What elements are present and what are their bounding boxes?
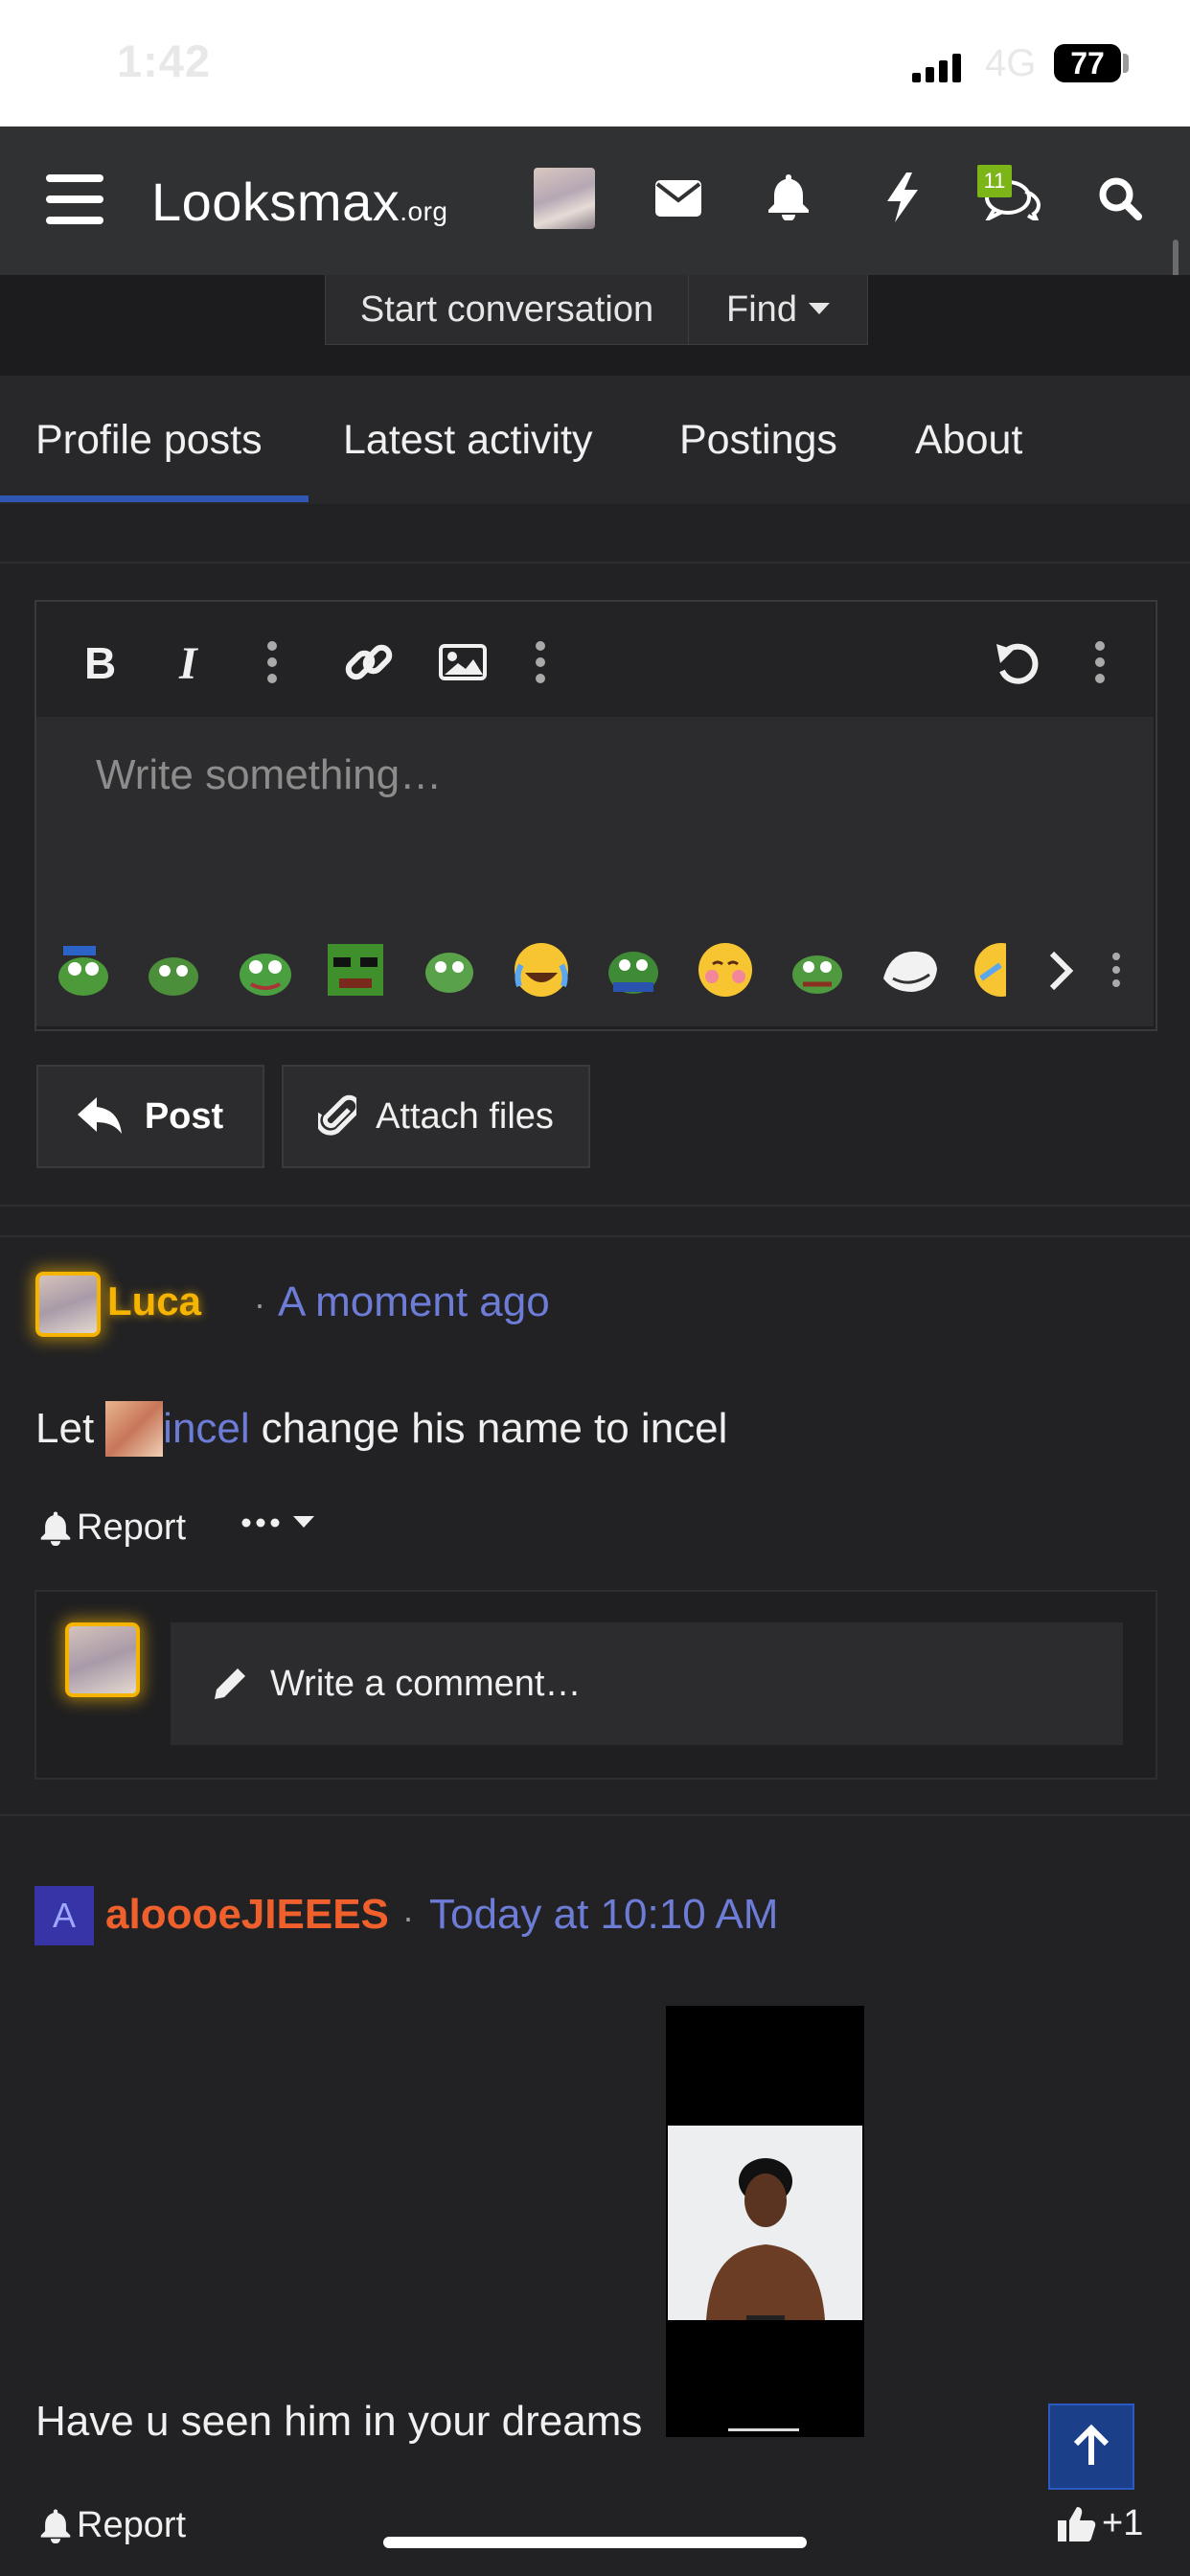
crying-laughing-emoji[interactable]	[512, 940, 571, 1000]
paperclip-icon	[318, 1094, 357, 1136]
pepe-emoji[interactable]	[144, 940, 203, 1000]
divider	[0, 1814, 1190, 1816]
bell-icon	[40, 1511, 71, 1546]
signal-icon	[912, 54, 966, 82]
caret-down-icon	[808, 303, 830, 314]
report-link[interactable]: Report	[40, 2505, 186, 2546]
report-label: Report	[77, 1507, 187, 1548]
post-text-after: change his name to incel	[261, 1405, 728, 1452]
link-icon[interactable]	[345, 640, 393, 684]
reply-icon	[77, 1097, 122, 1134]
post-timestamp[interactable]: A moment ago	[278, 1278, 550, 1326]
like-button[interactable]: +1	[1058, 2503, 1143, 2544]
search-icon[interactable]	[1098, 176, 1142, 220]
pepe-emoji[interactable]	[326, 940, 385, 1000]
like-count: +1	[1102, 2503, 1144, 2543]
pepe-emoji[interactable]	[420, 940, 479, 1000]
undo-icon[interactable]	[995, 640, 1042, 684]
bold-icon[interactable]: B	[82, 640, 121, 682]
mention-link[interactable]: incel	[163, 1405, 250, 1453]
tab-profile-posts[interactable]: Profile posts	[35, 376, 263, 504]
report-link[interactable]: Report	[40, 1507, 186, 1549]
report-label: Report	[77, 2505, 187, 2545]
ellipsis-icon	[241, 1518, 280, 1528]
emoji-more-icon[interactable]	[1111, 952, 1121, 988]
logo-suffix: .org	[400, 196, 448, 226]
image-icon[interactable]	[439, 644, 487, 680]
more-actions-menu[interactable]	[241, 1516, 314, 1530]
more-text-options-icon[interactable]	[266, 640, 278, 684]
post-author-avatar[interactable]	[35, 1272, 101, 1337]
hamburger-menu-icon[interactable]	[46, 174, 103, 224]
find-dropdown-button[interactable]: Find	[688, 275, 868, 345]
conversations-badge: 11	[977, 165, 1012, 197]
meta-separator: ·	[254, 1284, 265, 1323]
tab-postings[interactable]: Postings	[679, 376, 837, 504]
post-button-label: Post	[144, 1095, 224, 1137]
thumbs-up-icon	[1058, 2506, 1096, 2542]
post-body: Have u seen him in your dreams	[35, 2398, 643, 2445]
pencil-icon	[215, 1668, 245, 1699]
italic-icon[interactable]: I	[175, 640, 208, 682]
emoji-bar	[36, 913, 1154, 1026]
troll-face-emoji[interactable]	[880, 940, 939, 1000]
post-author-username[interactable]: Luca	[107, 1278, 201, 1324]
scroll-to-top-button[interactable]	[1048, 2404, 1134, 2490]
post-timestamp[interactable]: Today at 10:10 AM	[429, 1891, 778, 1939]
bell-icon	[40, 2509, 71, 2543]
post-body: Let incel change his name to incel	[35, 1401, 727, 1457]
active-tab-indicator	[0, 495, 309, 502]
post-author-username[interactable]: aloooeJIEEES	[105, 1891, 389, 1939]
start-conversation-label: Start conversation	[359, 288, 654, 330]
battery-icon: 77	[1054, 44, 1121, 82]
svg-text:I: I	[178, 640, 199, 682]
svg-text:B: B	[84, 640, 116, 682]
home-indicator	[383, 2537, 807, 2548]
tab-about[interactable]: About	[915, 376, 1022, 504]
tab-latest-activity[interactable]: Latest activity	[343, 376, 593, 504]
logo-main: Looksmax	[151, 172, 400, 232]
divider	[0, 1235, 1190, 1237]
post-button[interactable]: Post	[36, 1065, 264, 1168]
pepe-emoji[interactable]	[604, 940, 663, 1000]
caret-down-icon	[293, 1516, 314, 1528]
pepe-emoji[interactable]	[54, 940, 113, 1000]
more-options-icon[interactable]	[1094, 640, 1106, 684]
post-text-before: Let	[35, 1405, 95, 1452]
status-time: 1:42	[117, 35, 212, 86]
laughing-emoji[interactable]	[972, 940, 1031, 1000]
find-label: Find	[726, 288, 797, 330]
battery-cap	[1123, 54, 1129, 73]
post-textarea-placeholder: Write something…	[96, 751, 443, 798]
comment-input[interactable]: Write a comment…	[171, 1622, 1123, 1745]
comment-placeholder: Write a comment…	[270, 1663, 582, 1704]
lightning-icon[interactable]	[885, 172, 920, 222]
divider	[0, 562, 1190, 564]
pepe-emoji[interactable]	[236, 940, 295, 1000]
site-logo[interactable]: Looksmax.org	[151, 171, 447, 233]
user-avatar[interactable]	[534, 168, 595, 229]
attach-files-button[interactable]: Attach files	[282, 1065, 590, 1168]
divider	[0, 1205, 1190, 1207]
commenter-avatar	[65, 1622, 140, 1697]
network-type: 4G	[985, 42, 1037, 84]
mail-icon[interactable]	[655, 180, 701, 217]
pepe-emoji[interactable]	[788, 940, 847, 1000]
attached-photo	[668, 2126, 862, 2320]
arrow-up-icon	[1073, 2425, 1110, 2465]
mention-avatar	[105, 1401, 164, 1457]
chevron-right-icon[interactable]	[1046, 950, 1075, 992]
video-progress-line	[728, 2428, 799, 2431]
bell-icon[interactable]	[767, 174, 810, 220]
post-author-avatar[interactable]: A	[34, 1886, 94, 1945]
blushing-emoji[interactable]	[696, 940, 755, 1000]
meta-separator: ·	[402, 1898, 414, 1937]
start-conversation-button[interactable]: Start conversation	[325, 275, 689, 345]
post-textarea[interactable]: Write something…	[36, 717, 1154, 913]
editor-toolbar: B I	[36, 602, 1154, 717]
more-insert-options-icon[interactable]	[535, 640, 546, 684]
attach-files-label: Attach files	[376, 1095, 554, 1137]
